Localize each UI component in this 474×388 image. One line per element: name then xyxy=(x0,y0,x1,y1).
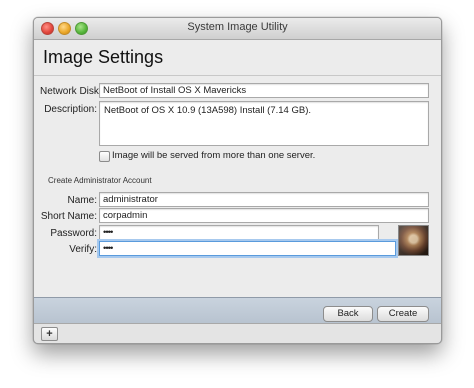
title-bar[interactable]: System Image Utility xyxy=(34,18,441,40)
add-button[interactable]: + xyxy=(41,327,58,341)
window-footer: + xyxy=(34,323,441,343)
short-name-field[interactable]: corpadmin xyxy=(99,208,429,223)
name-label: Name: xyxy=(67,195,97,206)
page-title: Image Settings xyxy=(43,47,164,67)
password-label: Password: xyxy=(50,228,97,239)
description-textarea[interactable]: NetBoot of OS X 10.9 (13A598) Install (7… xyxy=(99,101,429,146)
name-field[interactable]: administrator xyxy=(99,192,429,207)
create-button[interactable]: Create xyxy=(377,306,429,322)
admin-section-title: Create Administrator Account xyxy=(48,176,152,185)
description-label: Description: xyxy=(44,104,97,115)
verify-label: Verify: xyxy=(69,244,97,255)
network-disk-label: Network Disk: xyxy=(40,86,102,97)
network-disk-field[interactable]: NetBoot of Install OS X Mavericks xyxy=(99,83,429,98)
system-image-utility-window: System Image Utility Image Settings Netw… xyxy=(33,17,442,344)
multi-server-checkbox[interactable] xyxy=(99,151,110,162)
back-button[interactable]: Back xyxy=(323,306,373,322)
user-photo-icon[interactable] xyxy=(398,225,429,256)
multi-server-checkbox-label[interactable]: Image will be served from more than one … xyxy=(112,150,315,161)
heading-divider xyxy=(34,75,441,76)
window-title: System Image Utility xyxy=(187,21,288,33)
password-field[interactable]: •••• xyxy=(99,225,379,240)
short-name-label: Short Name: xyxy=(40,211,97,222)
verify-password-field[interactable]: •••• xyxy=(99,241,396,256)
